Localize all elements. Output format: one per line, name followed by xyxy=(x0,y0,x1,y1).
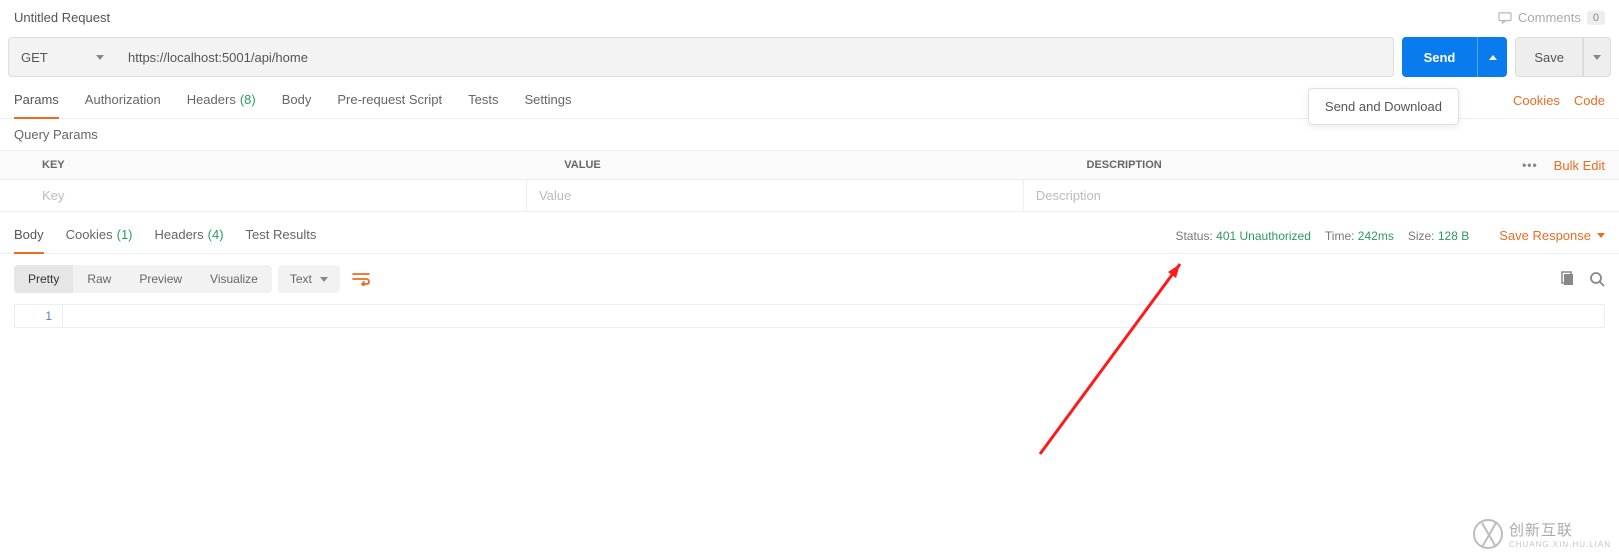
resp-tab-headers-count: (4) xyxy=(208,227,224,242)
wrap-toggle[interactable] xyxy=(346,264,376,294)
view-visualize[interactable]: Visualize xyxy=(196,265,272,293)
send-button[interactable]: Send xyxy=(1402,37,1478,77)
view-raw[interactable]: Raw xyxy=(73,265,125,293)
time-label: Time: xyxy=(1325,229,1355,243)
comments-count-badge: 0 xyxy=(1587,11,1605,25)
resp-tab-headers-label: Headers xyxy=(155,227,204,242)
watermark: 创新互联 CHUANG.XIN.HU.LIAN xyxy=(1473,519,1611,549)
code-content xyxy=(63,305,1604,327)
tab-headers[interactable]: Headers (8) xyxy=(187,83,256,119)
chevron-up-icon xyxy=(1489,55,1497,60)
tab-headers-count: (8) xyxy=(240,92,256,107)
chevron-down-icon xyxy=(1597,233,1605,238)
resp-tab-headers[interactable]: Headers (4) xyxy=(155,218,224,254)
watermark-sub: CHUANG.XIN.HU.LIAN xyxy=(1509,540,1611,549)
chevron-down-icon xyxy=(1593,55,1601,60)
url-value: https://localhost:5001/api/home xyxy=(128,50,308,65)
status-block: Status: 401 Unauthorized xyxy=(1175,229,1310,243)
resp-tab-cookies[interactable]: Cookies (1) xyxy=(66,218,133,254)
resp-tab-cookies-label: Cookies xyxy=(66,227,113,242)
tab-authorization[interactable]: Authorization xyxy=(85,83,161,119)
save-response-label: Save Response xyxy=(1499,228,1591,243)
send-dropdown-menu: Send and Download xyxy=(1308,88,1459,125)
tab-tests[interactable]: Tests xyxy=(468,83,498,119)
code-link[interactable]: Code xyxy=(1574,93,1605,108)
column-header-value: VALUE xyxy=(552,151,1074,179)
send-dropdown-toggle[interactable] xyxy=(1477,37,1507,77)
format-select[interactable]: Text xyxy=(278,265,340,293)
tab-headers-label: Headers xyxy=(187,92,236,107)
bulk-edit-link[interactable]: Bulk Edit xyxy=(1554,158,1605,173)
save-button[interactable]: Save xyxy=(1515,37,1583,77)
comments-label: Comments xyxy=(1518,10,1581,25)
view-pretty[interactable]: Pretty xyxy=(14,265,73,293)
chevron-down-icon xyxy=(96,55,104,60)
line-number: 1 xyxy=(15,305,63,327)
status-label: Status: xyxy=(1175,229,1212,243)
cookies-link[interactable]: Cookies xyxy=(1513,93,1560,108)
param-key-input[interactable]: Key xyxy=(30,180,526,211)
search-icon[interactable] xyxy=(1589,271,1605,287)
size-block: Size: 128 B xyxy=(1408,229,1469,243)
column-header-key: KEY xyxy=(30,151,552,179)
response-editor[interactable]: 1 xyxy=(14,304,1605,328)
view-preview[interactable]: Preview xyxy=(125,265,196,293)
column-header-description: DESCRIPTION xyxy=(1075,151,1523,179)
comments-button[interactable]: Comments 0 xyxy=(1498,10,1605,25)
resp-tab-cookies-count: (1) xyxy=(117,227,133,242)
watermark-text: 创新互联 xyxy=(1509,519,1611,540)
more-icon[interactable]: ••• xyxy=(1522,158,1538,172)
time-block: Time: 242ms xyxy=(1325,229,1394,243)
request-title[interactable]: Untitled Request xyxy=(14,10,110,25)
send-and-download-item[interactable]: Send and Download xyxy=(1325,99,1442,114)
tab-prerequest[interactable]: Pre-request Script xyxy=(337,83,442,119)
save-response-button[interactable]: Save Response xyxy=(1499,228,1605,243)
param-description-input[interactable]: Description xyxy=(1023,180,1449,211)
wrap-icon xyxy=(352,272,370,286)
format-value: Text xyxy=(290,272,312,286)
comment-icon xyxy=(1498,12,1512,24)
copy-icon[interactable] xyxy=(1559,271,1575,287)
save-dropdown-toggle[interactable] xyxy=(1583,37,1611,77)
http-method-value: GET xyxy=(21,50,48,65)
chevron-down-icon xyxy=(320,277,328,282)
param-value-input[interactable]: Value xyxy=(526,180,1023,211)
size-value: 128 B xyxy=(1438,229,1469,243)
resp-tab-body[interactable]: Body xyxy=(14,218,44,254)
time-value: 242ms xyxy=(1358,229,1394,243)
size-label: Size: xyxy=(1408,229,1435,243)
status-value: 401 Unauthorized xyxy=(1216,229,1311,243)
url-input[interactable]: https://localhost:5001/api/home xyxy=(116,37,1394,77)
tab-settings[interactable]: Settings xyxy=(524,83,571,119)
tab-params[interactable]: Params xyxy=(14,83,59,119)
http-method-select[interactable]: GET xyxy=(8,37,116,77)
resp-tab-testresults[interactable]: Test Results xyxy=(246,218,317,254)
tab-body[interactable]: Body xyxy=(282,83,312,119)
